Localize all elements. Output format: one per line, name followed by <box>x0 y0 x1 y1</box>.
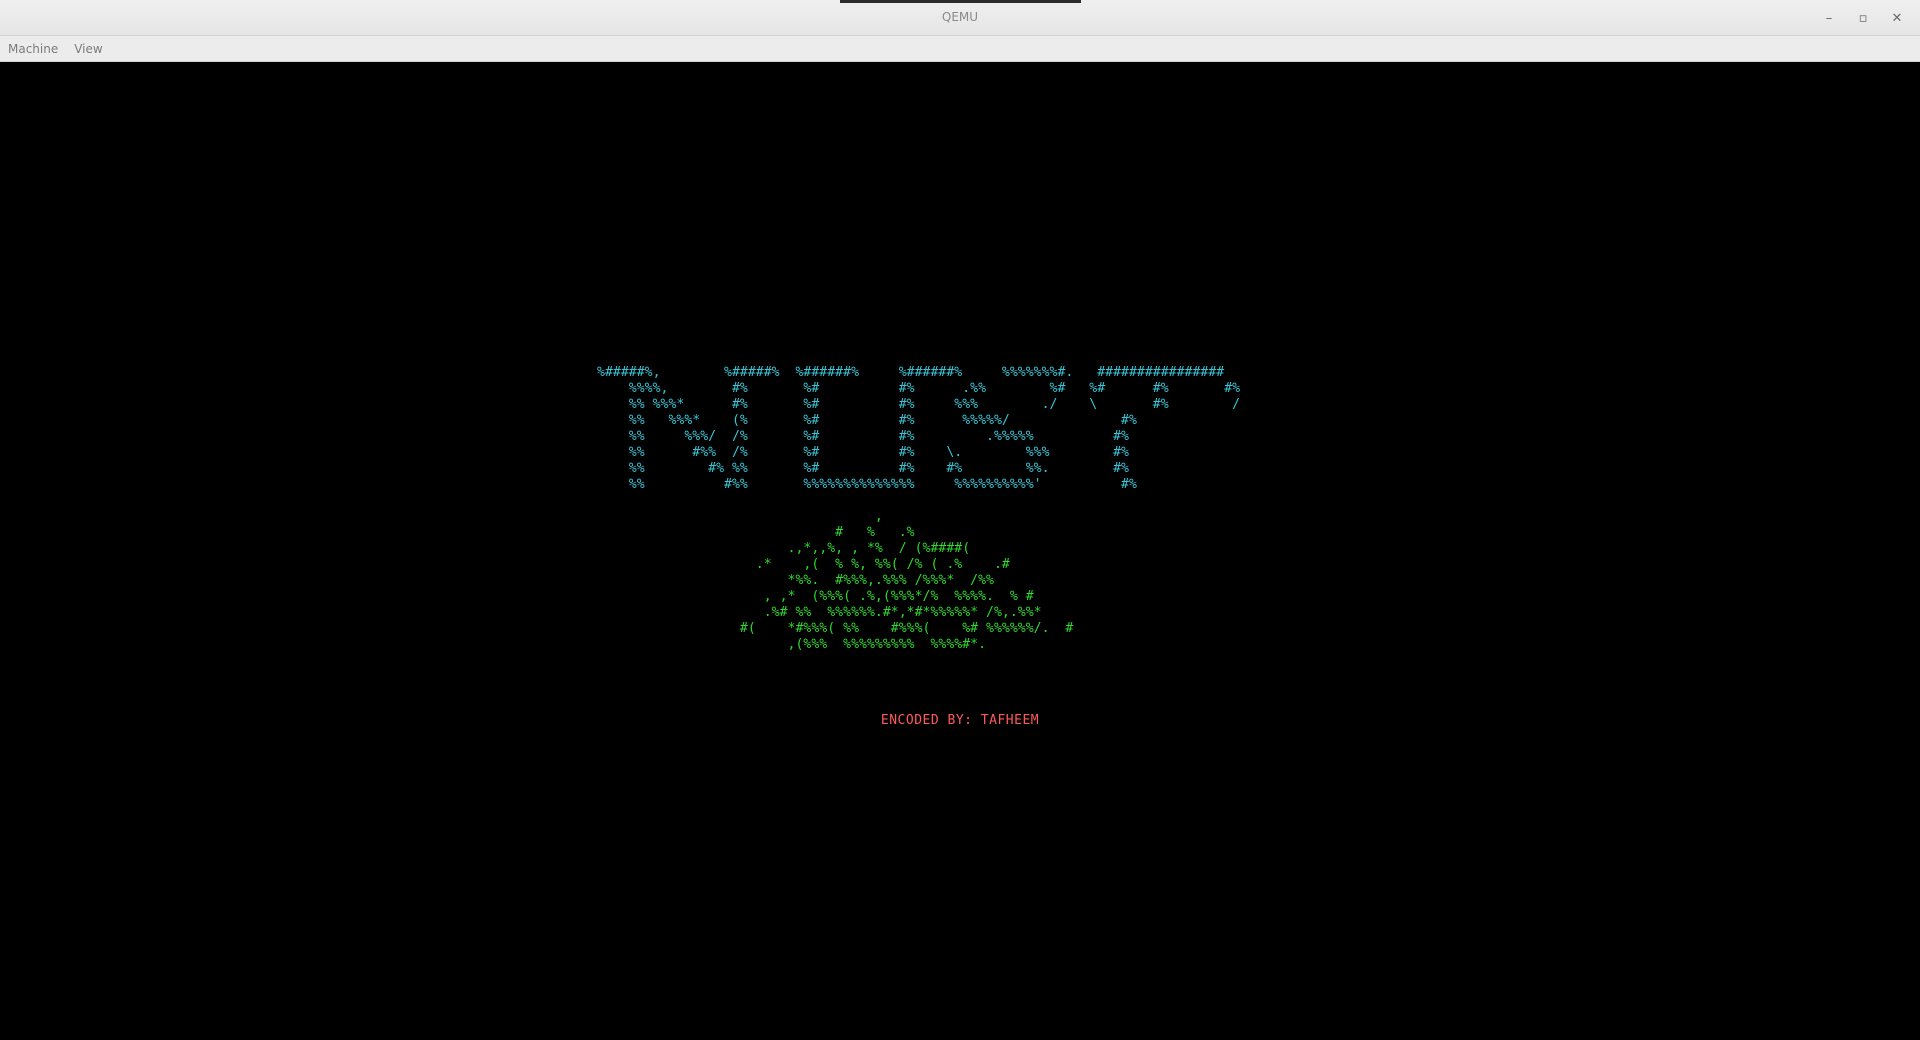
menu-view[interactable]: View <box>66 42 110 56</box>
close-icon: ✕ <box>1891 10 1903 26</box>
minimize-button[interactable]: – <box>1814 6 1844 30</box>
nust-ascii-logo: %#####%, %#####% %######% %######% %%%%%… <box>597 365 1241 492</box>
menu-bar: Machine View <box>0 36 1920 62</box>
minimize-icon: – <box>1825 10 1833 26</box>
qemu-window: QEMU – ▫ ✕ Machine View %#####%, %#####%… <box>0 0 1920 1040</box>
title-accent-bar <box>840 0 1081 3</box>
window-controls: – ▫ ✕ <box>1814 6 1912 30</box>
menu-machine[interactable]: Machine <box>0 42 66 56</box>
maximize-icon: ▫ <box>1858 10 1868 26</box>
maximize-button[interactable]: ▫ <box>1848 6 1878 30</box>
close-button[interactable]: ✕ <box>1882 6 1912 30</box>
encoded-by-credit: ENCODED BY: TAFHEEM <box>880 713 1040 728</box>
vm-display[interactable]: %#####%, %#####% %######% %######% %%%%%… <box>0 62 1920 1040</box>
window-title: QEMU <box>941 10 979 24</box>
ship-ascii-art: , # % .% .,*,,%, , *% / (%####( .* ,( % … <box>739 509 1074 652</box>
title-bar[interactable]: QEMU – ▫ ✕ <box>0 0 1920 36</box>
